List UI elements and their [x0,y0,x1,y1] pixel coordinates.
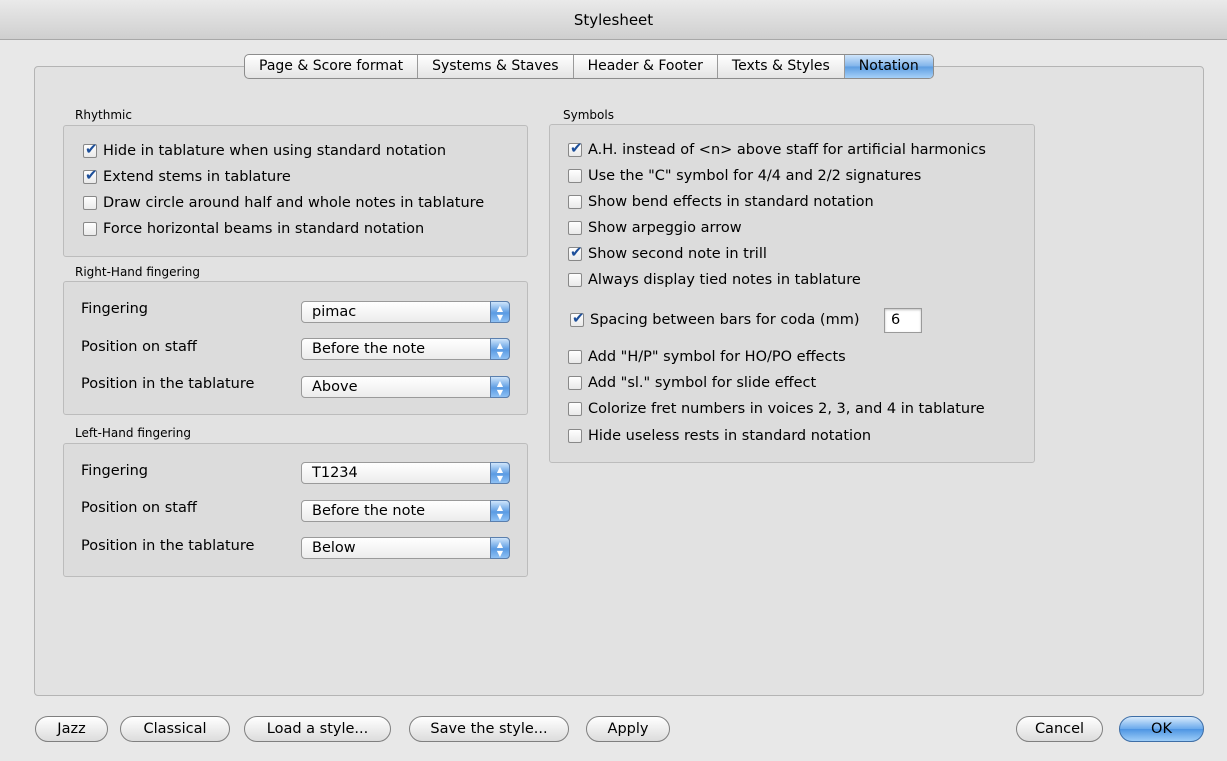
checkbox-checked-icon[interactable] [83,166,98,184]
checkbox-checked-icon[interactable] [570,309,585,327]
arpeggio-arrow-checkbox[interactable]: Show arpeggio arrow [568,220,742,236]
checkbox-unchecked-icon[interactable] [83,222,97,236]
rhythmic-label: Rhythmic [75,108,132,122]
left-position-staff-select[interactable]: Before the note ▲ ▼ [301,500,510,522]
coda-spacing-input[interactable]: 6 [884,308,922,333]
cancel-button[interactable]: Cancel [1016,716,1103,742]
checkbox-checked-icon[interactable] [568,243,583,261]
right-position-staff-select[interactable]: Before the note ▲ ▼ [301,338,510,360]
right-fingering-select[interactable]: pimac ▲ ▼ [301,301,510,323]
tied-notes-checkbox[interactable]: Always display tied notes in tablature [568,272,861,288]
right-position-staff-label: Position on staff [81,339,197,355]
left-fingering-label: Fingering [81,463,149,479]
checkbox-checked-icon[interactable] [568,139,583,157]
select-value: Before the note [312,503,426,519]
load-style-button[interactable]: Load a style... [244,716,391,742]
right-fingering-label: Fingering [81,301,149,317]
checkbox-unchecked-icon[interactable] [568,221,582,235]
checkbox-label: Add "H/P" symbol for HO/PO effects [588,349,846,365]
hide-useless-rests-checkbox[interactable]: Hide useless rests in standard notation [568,428,871,444]
window-title: Stylesheet [573,11,654,29]
select-arrows-icon: ▲ ▼ [490,376,510,398]
save-style-button[interactable]: Save the style... [409,716,569,742]
checkbox-label: Spacing between bars for coda (mm) [590,312,860,328]
checkbox-label: Force horizontal beams in standard notat… [103,221,425,237]
hp-symbol-checkbox[interactable]: Add "H/P" symbol for HO/PO effects [568,349,846,365]
sl-symbol-checkbox[interactable]: Add "sl." symbol for slide effect [568,375,816,391]
checkbox-label: Colorize fret numbers in voices 2, 3, an… [588,401,985,417]
checkbox-label: Show bend effects in standard notation [588,194,874,210]
jazz-button[interactable]: Jazz [35,716,108,742]
checkbox-label: Show arpeggio arrow [588,220,742,236]
colorize-fret-checkbox[interactable]: Colorize fret numbers in voices 2, 3, an… [568,401,985,417]
draw-circle-checkbox[interactable]: Draw circle around half and whole notes … [83,195,484,211]
checkbox-label: Add "sl." symbol for slide effect [588,375,817,391]
tab-page-score-format[interactable]: Page & Score format [245,55,419,78]
select-arrows-icon: ▲ ▼ [490,462,510,484]
checkbox-label: Always display tied notes in tablature [588,272,861,288]
select-value: pimac [312,304,357,320]
hide-in-tablature-checkbox[interactable]: Hide in tablature when using standard no… [83,140,447,159]
right-hand-label: Right-Hand fingering [75,265,200,279]
checkbox-unchecked-icon[interactable] [568,402,582,416]
coda-spacing-checkbox[interactable]: Spacing between bars for coda (mm) [570,309,860,328]
checkbox-unchecked-icon[interactable] [568,273,582,287]
left-position-tablature-select[interactable]: Below ▲ ▼ [301,537,510,559]
checkbox-label: A.H. instead of <n> above staff for arti… [588,142,986,158]
checkbox-label: Hide useless rests in standard notation [588,428,872,444]
window-titlebar: Stylesheet [0,0,1227,40]
tab-header-footer[interactable]: Header & Footer [574,55,718,78]
right-position-tablature-select[interactable]: Above ▲ ▼ [301,376,510,398]
select-arrows-icon: ▲ ▼ [490,537,510,559]
left-hand-label: Left-Hand fingering [75,426,191,440]
left-position-tablature-label: Position in the tablature [81,538,255,554]
checkbox-unchecked-icon[interactable] [83,196,97,210]
checkbox-label: Hide in tablature when using standard no… [103,143,447,159]
select-value: Above [312,379,358,395]
checkbox-unchecked-icon[interactable] [568,169,582,183]
select-arrows-icon: ▲ ▼ [490,500,510,522]
checkbox-unchecked-icon[interactable] [568,376,582,390]
ah-harmonics-checkbox[interactable]: A.H. instead of <n> above staff for arti… [568,139,986,158]
checkbox-unchecked-icon[interactable] [568,195,582,209]
checkbox-unchecked-icon[interactable] [568,429,582,443]
force-horizontal-beams-checkbox[interactable]: Force horizontal beams in standard notat… [83,221,424,237]
checkbox-label: Extend stems in tablature [103,169,291,185]
classical-button[interactable]: Classical [120,716,230,742]
checkbox-label: Show second note in trill [588,246,767,262]
select-value: Before the note [312,341,426,357]
checkbox-unchecked-icon[interactable] [568,350,582,364]
bend-effects-checkbox[interactable]: Show bend effects in standard notation [568,194,874,210]
left-position-staff-label: Position on staff [81,500,197,516]
select-arrows-icon: ▲ ▼ [490,301,510,323]
left-fingering-select[interactable]: T1234 ▲ ▼ [301,462,510,484]
apply-button[interactable]: Apply [586,716,670,742]
tab-notation[interactable]: Notation [844,55,933,78]
extend-stems-checkbox[interactable]: Extend stems in tablature [83,166,291,185]
right-position-tablature-label: Position in the tablature [81,376,255,392]
checkbox-label: Draw circle around half and whole notes … [103,195,485,211]
c-symbol-checkbox[interactable]: Use the "C" symbol for 4/4 and 2/2 signa… [568,168,921,184]
checkbox-checked-icon[interactable] [83,140,98,158]
symbols-label: Symbols [563,108,614,122]
select-value: T1234 [312,465,358,481]
select-value: Below [312,540,356,556]
tab-systems-staves[interactable]: Systems & Staves [418,55,574,78]
tab-bar: Page & Score format Systems & Staves Hea… [244,54,934,79]
ok-button[interactable]: OK [1119,716,1204,742]
select-arrows-icon: ▲ ▼ [490,338,510,360]
checkbox-label: Use the "C" symbol for 4/4 and 2/2 signa… [588,168,922,184]
tab-texts-styles[interactable]: Texts & Styles [718,55,845,78]
second-note-trill-checkbox[interactable]: Show second note in trill [568,243,767,262]
